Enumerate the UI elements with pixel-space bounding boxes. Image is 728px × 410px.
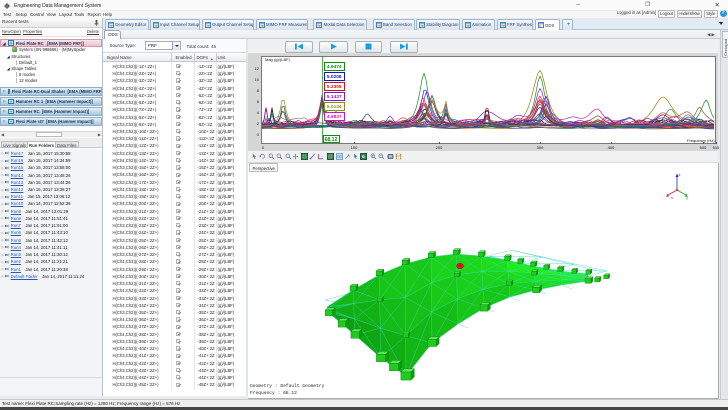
- svg-text:z: z: [679, 172, 681, 177]
- svg-text:x: x: [671, 195, 673, 200]
- svg-text:y: y: [686, 195, 688, 200]
